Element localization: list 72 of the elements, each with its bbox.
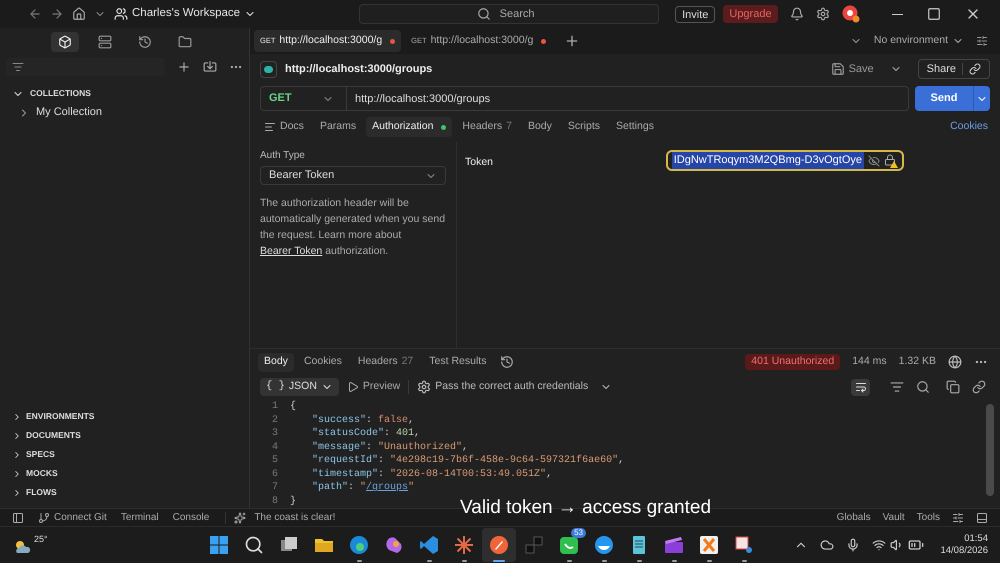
sidebar-section[interactable]: DOCUMENTS — [0, 426, 249, 445]
request-option-tab[interactable]: Docs — [258, 117, 310, 137]
request-option-tab[interactable]: Settings — [610, 117, 660, 137]
code-line: "path": "/groups" — [311, 480, 414, 496]
status-message: The coast is clear! — [254, 511, 336, 525]
sidebar-section[interactable]: MOCKS — [0, 464, 249, 483]
status-bar-button[interactable]: Tools — [916, 510, 940, 525]
bearer-token-link[interactable]: Bearer Token — [260, 245, 322, 257]
response-tab[interactable]: Cookies — [298, 352, 348, 372]
save-button[interactable]: Save — [830, 60, 874, 78]
auth-type-label: Auth Type — [260, 149, 306, 163]
clock-time: 01:54 — [964, 533, 988, 545]
line-number: 4 — [270, 440, 279, 455]
code-line: { — [290, 400, 296, 414]
hint-button[interactable]: Pass the correct auth credentials — [417, 379, 612, 395]
status-bar-button[interactable]: Globals — [836, 510, 871, 525]
invite-button[interactable]: Invite — [675, 6, 716, 22]
line-number: 5 — [270, 454, 279, 468]
line-number: 2 — [270, 414, 279, 428]
request-option-tab[interactable]: Body — [522, 117, 558, 137]
share-button[interactable]: Share — [918, 59, 990, 79]
response-tab[interactable]: Test Results — [423, 352, 492, 372]
request-option-tab[interactable]: Params — [314, 117, 362, 137]
send-button[interactable]: Send — [915, 86, 973, 111]
collection-item[interactable]: My Collection — [0, 103, 249, 122]
search-field[interactable]: Search — [359, 4, 660, 24]
status-bar-button[interactable]: Console — [172, 510, 210, 525]
status-bar-button[interactable]: Terminal — [120, 510, 159, 525]
url-field[interactable]: http://localhost:3000/groups — [346, 86, 909, 111]
token-label: Token — [465, 155, 494, 170]
response-size: 1.32 KB — [898, 354, 936, 370]
token-value: IDgNwTRoqym3M2QBmg-D3vOgtOye — [672, 152, 864, 169]
line-number: 7 — [270, 481, 279, 496]
auth-type-select[interactable]: Bearer Token — [260, 166, 446, 185]
line-number: 6 — [270, 468, 279, 482]
temperature: 25° — [34, 533, 48, 546]
preview-button[interactable]: Preview — [346, 379, 400, 395]
sidebar-section[interactable]: SPECS — [0, 445, 249, 464]
code-line: "timestamp": "2026-08-14T00:53:49.051Z", — [311, 468, 552, 482]
code-line: } — [290, 494, 296, 508]
workspace-menu[interactable]: Charles's Workspace — [114, 5, 256, 23]
help-text: The authorization header will be automatically generated when you send the request. Learn more about Bearer Token authorization. — [260, 196, 446, 259]
response-tab[interactable]: Headers 27 — [352, 352, 420, 372]
video-caption: Valid token → access granted — [460, 498, 712, 517]
code-line: "success": false, — [311, 414, 414, 428]
clock-date: 14/08/2026 — [940, 545, 988, 557]
taskbar-button[interactable]: 53 — [552, 528, 586, 562]
response-time: 144 ms — [852, 354, 887, 370]
code-line: "statusCode": 401, — [311, 426, 420, 442]
request-option-tab[interactable]: Scripts — [562, 117, 606, 137]
code-line: "message": "Unauthorized", — [311, 440, 468, 454]
line-number: 3 — [270, 427, 279, 442]
line-number: 1 — [270, 400, 279, 414]
method-select[interactable]: GET — [260, 86, 346, 111]
status-badge: 401 Unauthorized — [745, 354, 840, 370]
collections-header[interactable]: COLLECTIONS — [0, 84, 249, 103]
environment-select[interactable]: No environment — [874, 33, 964, 49]
token-field[interactable]: IDgNwTRoqym3M2QBmg-D3vOgtOye — [666, 150, 904, 171]
format-select[interactable]: { } JSON — [260, 378, 339, 396]
response-tab[interactable]: Body — [258, 352, 294, 372]
line-number: 8 — [270, 494, 279, 508]
request-title: http://localhost:3000/groups — [285, 62, 432, 77]
upgrade-button[interactable]: Upgrade — [723, 5, 778, 23]
notification-badge: 53 — [571, 528, 586, 538]
status-bar-button[interactable]: Vault — [882, 510, 905, 525]
sidebar-section[interactable]: FLOWS — [0, 483, 249, 502]
sidebar-section[interactable]: ENVIRONMENTS — [0, 407, 249, 426]
cookies-link[interactable]: Cookies — [950, 119, 988, 135]
code-line: "requestId": "4e298c19-7b6f-458e-9c64-597321f6ae60", — [311, 454, 624, 468]
request-option-tab[interactable]: Authorization — [366, 117, 452, 137]
request-option-tab[interactable]: Headers 7 — [456, 117, 518, 137]
status-bar-button[interactable]: Connect Git — [38, 510, 107, 525]
